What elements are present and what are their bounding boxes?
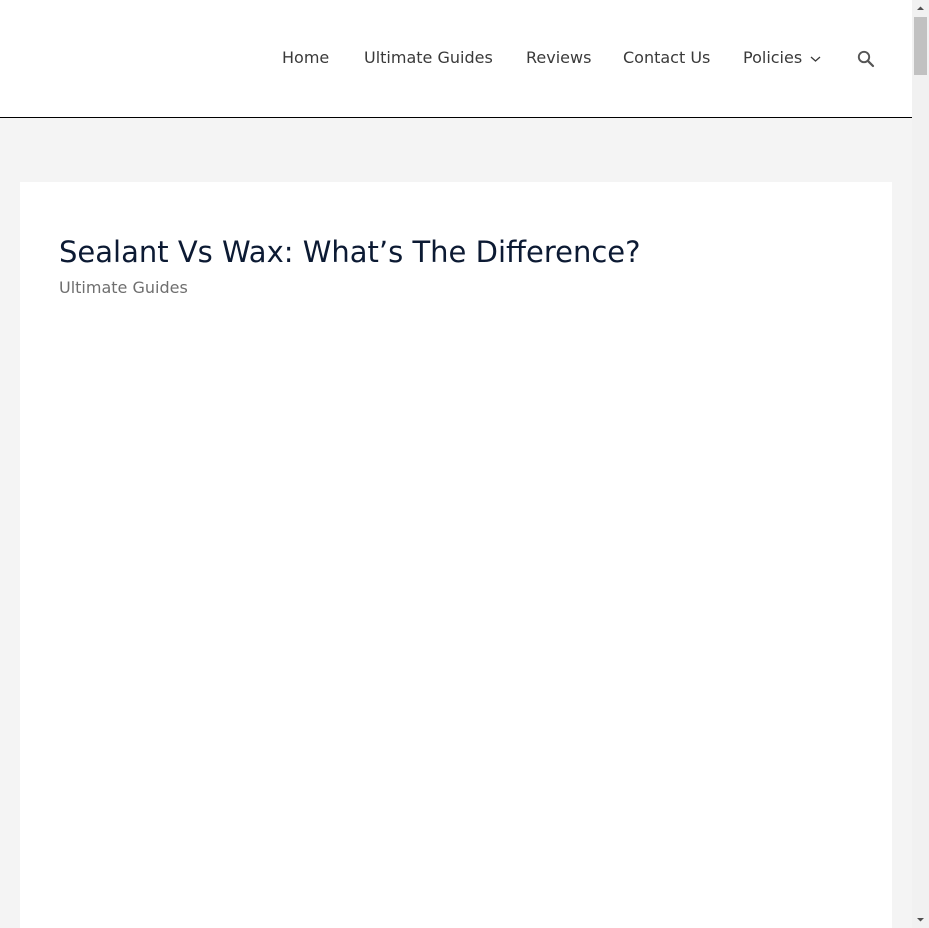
page: Home Ultimate Guides Reviews Contact Us … bbox=[0, 0, 912, 928]
main-navigation: Home Ultimate Guides Reviews Contact Us … bbox=[0, 0, 912, 117]
vertical-scrollbar[interactable] bbox=[912, 0, 929, 928]
nav-contact-us-link[interactable]: Contact Us bbox=[623, 48, 710, 68]
scroll-up-arrow-icon[interactable] bbox=[912, 0, 929, 17]
nav-ultimate-guides-link[interactable]: Ultimate Guides bbox=[364, 48, 493, 68]
site-header: Home Ultimate Guides Reviews Contact Us … bbox=[0, 0, 912, 118]
scrollbar-thumb[interactable] bbox=[914, 17, 927, 75]
article-category-link[interactable]: Ultimate Guides bbox=[59, 278, 188, 298]
search-icon[interactable] bbox=[856, 49, 876, 69]
scroll-down-arrow-icon[interactable] bbox=[912, 911, 929, 928]
article-title: Sealant Vs Wax: What’s The Difference? bbox=[59, 235, 641, 269]
browser-viewport: Home Ultimate Guides Reviews Contact Us … bbox=[0, 0, 929, 928]
nav-policies-label: Policies bbox=[743, 48, 803, 67]
article-card: Sealant Vs Wax: What’s The Difference? U… bbox=[20, 182, 892, 928]
nav-home-link[interactable]: Home bbox=[282, 48, 329, 68]
nav-policies-menu[interactable]: Policies bbox=[743, 48, 821, 68]
chevron-down-icon bbox=[810, 56, 821, 62]
nav-reviews-link[interactable]: Reviews bbox=[526, 48, 591, 68]
